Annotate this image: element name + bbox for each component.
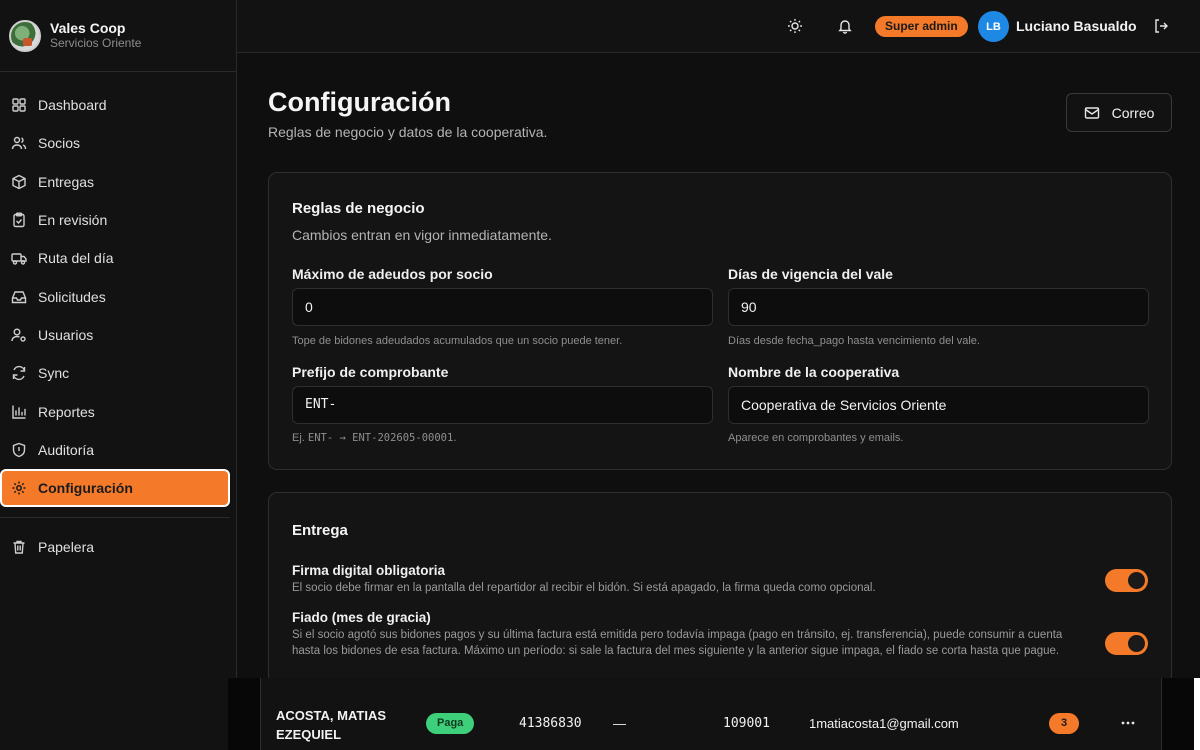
max-debts-input[interactable]: 0	[292, 288, 713, 326]
empty-value: —	[613, 716, 626, 731]
sidebar-item-reportes[interactable]: Reportes	[0, 392, 236, 430]
shield-icon	[11, 442, 27, 458]
bar-chart-icon	[11, 404, 27, 420]
page-subtitle: Reglas de negocio y datos de la cooperat…	[268, 124, 548, 140]
toggle-description: Si el socio agotó sus bidones pagos y su…	[292, 629, 1063, 657]
sidebar-item-sync[interactable]: Sync	[0, 354, 236, 392]
coop-name-help: Aparece en comprobantes y emails.	[728, 432, 904, 444]
card-title: Entrega	[292, 522, 348, 539]
members-table-overlay: ACOSTA, MATIAS EZEQUIEL Paga 41386830 — …	[228, 678, 1194, 750]
sidebar-item-configuracion[interactable]: Configuración	[0, 468, 230, 508]
coop-name-label: Nombre de la cooperativa	[728, 364, 900, 380]
sidebar: Vales Coop Servicios Oriente Dashboard S…	[0, 0, 237, 750]
sidebar-item-label: Solicitudes	[38, 288, 106, 305]
sidebar-divider	[0, 517, 230, 519]
coop-name-input[interactable]: Cooperativa de Servicios Oriente	[728, 386, 1149, 424]
sidebar-item-label: Dashboard	[38, 97, 107, 114]
sidebar-item-socios[interactable]: Socios	[0, 124, 236, 162]
user-name[interactable]: Luciano Basualdo	[1016, 18, 1137, 34]
users-icon	[11, 135, 27, 151]
topbar: Super admin LB Luciano Basualdo	[237, 0, 1200, 53]
max-debts-help: Tope de bidones adeudados acumulados que…	[292, 335, 623, 347]
bell-icon[interactable]	[837, 18, 853, 34]
toggle-title: Fiado (mes de gracia)	[292, 610, 431, 625]
sidebar-item-ruta-del-dia[interactable]: Ruta del día	[0, 239, 236, 277]
sidebar-item-label: Usuarios	[38, 326, 94, 343]
sun-icon[interactable]	[787, 18, 803, 34]
card-description: Cambios entran en vigor inmediatamente.	[292, 227, 552, 243]
main-content: Configuración Reglas de negocio y datos …	[237, 53, 1200, 750]
sidebar-item-dashboard[interactable]: Dashboard	[0, 86, 236, 124]
sidebar-item-label: Reportes	[38, 403, 95, 420]
digital-signature-toggle[interactable]	[1105, 569, 1148, 592]
gear-icon	[11, 480, 27, 496]
brand-name: Vales Coop	[50, 20, 126, 36]
sidebar-item-label: Ruta del día	[38, 250, 114, 267]
screen-edge	[1194, 678, 1200, 750]
sidebar-item-label: Sync	[38, 365, 70, 382]
validity-days-input[interactable]: 90	[728, 288, 1149, 326]
business-rules-card: Reglas de negocio Cambios entran en vigo…	[268, 172, 1172, 470]
toggle-description: El socio debe firmar en la pantalla del …	[292, 582, 876, 594]
inbox-icon	[11, 289, 27, 305]
avatar[interactable]: LB	[978, 11, 1009, 42]
mail-button[interactable]: Correo	[1066, 93, 1172, 132]
member-name: ACOSTA, MATIAS EZEQUIEL	[276, 708, 387, 742]
help-code: ENT- → ENT-202605-00001	[307, 432, 454, 444]
sidebar-item-label: Entregas	[38, 173, 95, 190]
refresh-icon	[11, 365, 27, 381]
page-title: Configuración	[268, 87, 451, 117]
sidebar-item-solicitudes[interactable]: Solicitudes	[0, 277, 236, 315]
help-prefix: Ej.	[292, 432, 305, 444]
cooperative-logo	[9, 19, 41, 52]
truck-icon	[11, 250, 27, 266]
package-icon	[11, 174, 27, 190]
more-options-icon[interactable]	[1119, 714, 1137, 732]
sidebar-item-label: Auditoría	[38, 441, 95, 458]
toggle-title: Firma digital obligatoria	[292, 563, 446, 578]
validity-days-help: Días desde fecha_pago hasta vencimiento …	[728, 335, 980, 347]
member-number: 109001	[723, 716, 770, 731]
sidebar-item-entregas[interactable]: Entregas	[0, 163, 236, 201]
sidebar-item-label: En revisión	[38, 212, 108, 229]
sidebar-item-label: Configuración	[38, 480, 133, 497]
member-email: 1matiacosta1@gmail.com	[809, 716, 959, 731]
help-suffix: .	[453, 432, 457, 444]
brand[interactable]: Vales Coop Servicios Oriente	[0, 0, 236, 72]
receipt-prefix-help: Ej. ENT- → ENT-202605-00001.	[292, 432, 456, 444]
grace-credit-toggle[interactable]	[1105, 632, 1148, 655]
sidebar-nav: Dashboard Socios Entregas En revisión Ru…	[0, 72, 236, 567]
user-cog-icon	[11, 327, 27, 343]
sidebar-item-auditoria[interactable]: Auditoría	[0, 431, 236, 469]
mail-button-label: Correo	[1111, 104, 1155, 121]
sidebar-item-papelera[interactable]: Papelera	[0, 528, 236, 566]
receipt-prefix-label: Prefijo de comprobante	[292, 364, 449, 380]
mail-icon	[1084, 105, 1100, 121]
role-badge: Super admin	[875, 16, 968, 37]
sidebar-item-en-revision[interactable]: En revisión	[0, 201, 236, 239]
logout-icon[interactable]	[1153, 18, 1169, 34]
sidebar-item-label: Socios	[38, 135, 81, 152]
max-debts-label: Máximo de adeudos por socio	[292, 266, 493, 282]
status-badge: Paga	[426, 713, 475, 734]
count-badge: 3	[1049, 713, 1079, 734]
clipboard-icon	[11, 212, 27, 228]
member-dni: 41386830	[519, 716, 582, 731]
brand-text: Vales Coop Servicios Oriente	[50, 20, 141, 51]
sidebar-item-usuarios[interactable]: Usuarios	[0, 316, 236, 354]
card-title: Reglas de negocio	[292, 200, 425, 217]
trash-icon	[11, 539, 27, 555]
grid-icon	[11, 97, 27, 113]
table-row[interactable]: ACOSTA, MATIAS EZEQUIEL Paga 41386830 — …	[260, 678, 1162, 750]
sidebar-item-label: Papelera	[38, 539, 95, 556]
validity-days-label: Días de vigencia del vale	[728, 266, 893, 282]
brand-subtitle: Servicios Oriente	[50, 36, 142, 50]
receipt-prefix-input[interactable]: ENT-	[292, 386, 713, 424]
